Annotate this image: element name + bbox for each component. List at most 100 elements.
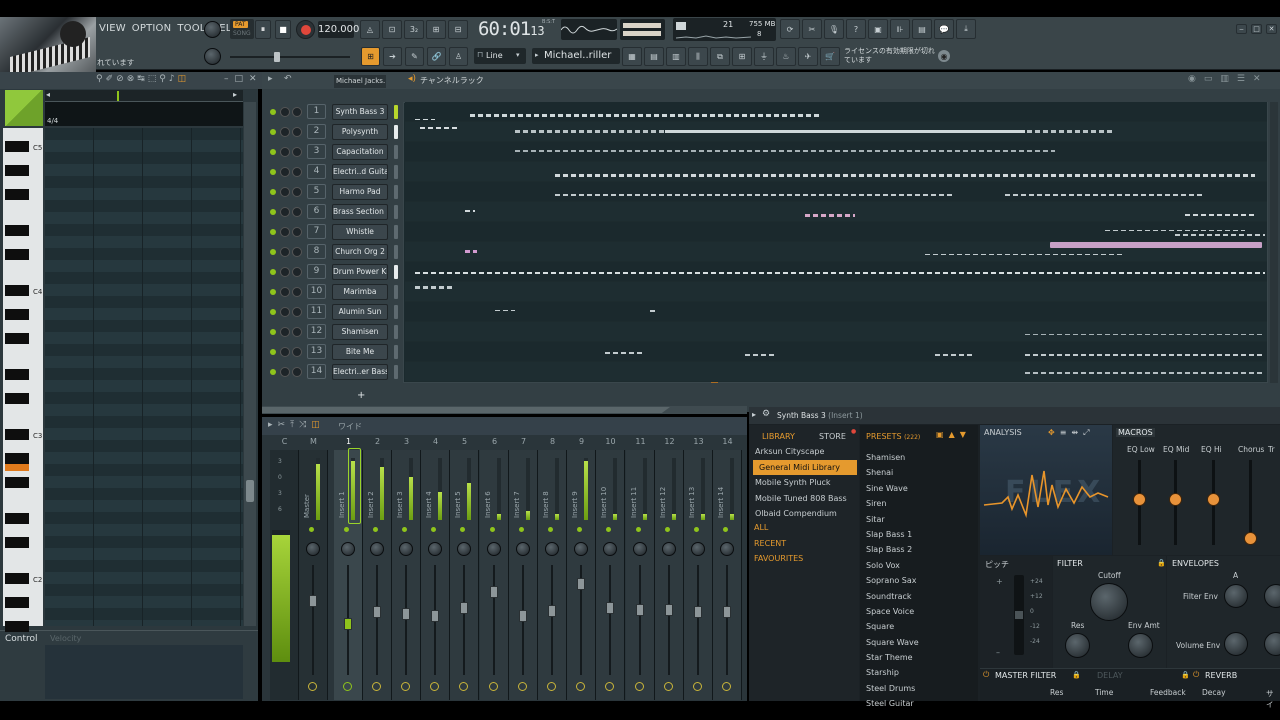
channel-number[interactable]: 2 [307, 124, 326, 139]
mixer-route-icon[interactable] [308, 682, 317, 691]
black-key[interactable] [5, 309, 29, 320]
filter-env-a-knob[interactable] [1224, 584, 1248, 608]
channel-volume-knob[interactable] [292, 207, 302, 217]
library-item[interactable]: Mobile Tuned 808 Bass [749, 491, 857, 507]
wait-icon[interactable]: ⊡ [382, 20, 402, 39]
master-filter-power-icon[interactable]: ⏻ [983, 670, 989, 680]
channel-number[interactable]: 5 [307, 184, 326, 199]
channel-select[interactable] [394, 305, 398, 319]
pitch-wheel[interactable] [1014, 575, 1024, 655]
black-key[interactable] [5, 393, 29, 404]
channel-row[interactable]: 13 Bite Me [265, 342, 400, 362]
cpu-refresh-icon[interactable]: ⟳ [780, 19, 800, 39]
black-key[interactable] [5, 285, 29, 296]
channel-name-button[interactable]: Synth Bass 3 [332, 104, 388, 120]
channel-lane[interactable] [405, 302, 1267, 322]
preset-item[interactable]: Soprano Sax [862, 573, 976, 588]
channel-led[interactable] [270, 269, 276, 275]
channel-number[interactable]: 11 [307, 304, 326, 319]
channel-led[interactable] [270, 309, 276, 315]
channel-volume-knob[interactable] [292, 127, 302, 137]
pr-maximize-icon[interactable]: □ [235, 74, 244, 84]
zoom-icon[interactable]: ⚲ [96, 74, 103, 84]
channel-name-button[interactable]: Alumin Sun [332, 304, 388, 320]
mixer-fader[interactable] [606, 602, 614, 614]
time-signature[interactable]: 4/4 [47, 117, 58, 125]
preset-item[interactable]: Star Theme [862, 650, 976, 665]
channel-row[interactable]: 2 Polysynth [265, 122, 400, 142]
mixer-route-icon[interactable] [722, 682, 731, 691]
preset-name-field[interactable]: ▸ Michael..riller [532, 48, 620, 64]
channel-row[interactable]: 8 Church Org 2 [265, 242, 400, 262]
add-channel-button[interactable]: + [357, 390, 365, 401]
channel-lane[interactable] [405, 182, 1267, 202]
macro-slider[interactable] [1133, 493, 1146, 506]
black-key[interactable] [5, 477, 29, 488]
channel-pan-knob[interactable] [280, 187, 290, 197]
mixer-fader[interactable] [309, 595, 317, 607]
mixer-fader[interactable] [431, 610, 439, 622]
mixer-pan-knob[interactable] [633, 542, 647, 556]
mixer-fader[interactable] [723, 606, 731, 618]
rack-list-icon[interactable]: ☰ [1237, 74, 1245, 84]
preset-item[interactable]: Square [862, 619, 976, 634]
stamp-icon[interactable]: ♙ [449, 47, 468, 66]
orange-tool-icon[interactable]: ◫ [178, 74, 187, 84]
mixer-fader[interactable] [402, 608, 410, 620]
black-key[interactable] [5, 249, 29, 260]
rack-graph-icon[interactable]: ▥ [1220, 74, 1229, 84]
channel-lane[interactable] [405, 162, 1267, 182]
channel-pan-knob[interactable] [280, 307, 290, 317]
velocity-label[interactable]: Velocity [50, 634, 81, 643]
mixer-orange-icon[interactable]: ◫ [311, 420, 320, 430]
analysis-width-icon[interactable]: ⇹ [1071, 428, 1078, 438]
library-item[interactable]: Mobile Synth Pluck [749, 475, 857, 491]
preset-item[interactable]: Solo Vox [862, 558, 976, 573]
mixer-toggle-icon[interactable]: ⫼ [688, 47, 708, 66]
preset-item[interactable]: Slap Bass 1 [862, 527, 976, 542]
mixer-pan-knob[interactable] [603, 542, 617, 556]
channel-led[interactable] [270, 149, 276, 155]
mixer-route-icon[interactable] [576, 682, 585, 691]
channel-number[interactable]: 7 [307, 224, 326, 239]
channel-number[interactable]: 6 [307, 204, 326, 219]
control-label[interactable]: Control [5, 634, 38, 644]
channel-number[interactable]: 8 [307, 244, 326, 259]
channel-volume-knob[interactable] [292, 267, 302, 277]
channel-volume-knob[interactable] [292, 167, 302, 177]
tempo-display[interactable]: 120.000 [318, 21, 359, 38]
channel-number[interactable]: 9 [307, 264, 326, 279]
preset-item[interactable]: Sine Wave [862, 481, 976, 496]
black-key[interactable] [5, 429, 29, 440]
mixer-track-number[interactable]: 14 [713, 437, 742, 446]
res-knob[interactable] [1065, 633, 1090, 658]
channel-pan-knob[interactable] [280, 147, 290, 157]
rack-arrow-icon[interactable]: ▸ [268, 74, 273, 84]
mixer-send-led[interactable] [548, 527, 553, 532]
channel-name-button[interactable]: Drum Power Kit [332, 264, 388, 280]
mixer-send-led[interactable] [694, 527, 699, 532]
channel-select[interactable] [394, 105, 398, 119]
channel-volume-knob[interactable] [292, 287, 302, 297]
mixer-fader[interactable] [636, 604, 644, 616]
channel-volume-knob[interactable] [292, 187, 302, 197]
master-pitch-slider[interactable] [230, 56, 350, 58]
channel-name-button[interactable]: Electri..er Bass [332, 364, 388, 380]
black-key[interactable] [5, 189, 29, 200]
pr-scroll-left-icon[interactable]: ◂ [46, 90, 50, 99]
channel-select[interactable] [394, 265, 398, 279]
library-link[interactable]: RECENT [754, 536, 803, 552]
channel-select[interactable] [394, 145, 398, 159]
mixer-send-led[interactable] [665, 527, 670, 532]
mute-tool-icon[interactable]: ⊗ [127, 74, 135, 84]
analysis-mode-icon[interactable]: ✥ [1048, 428, 1055, 438]
mixer-fader[interactable] [490, 586, 498, 598]
channel-led[interactable] [270, 369, 276, 375]
channel-row[interactable]: 10 Marimba [265, 282, 400, 302]
mixer-send-led[interactable] [490, 527, 495, 532]
cutoff-knob[interactable] [1090, 583, 1128, 621]
channel-lane[interactable] [405, 102, 1267, 122]
black-key[interactable] [5, 333, 29, 344]
black-key[interactable] [5, 453, 29, 464]
channel-lane[interactable] [405, 222, 1267, 242]
